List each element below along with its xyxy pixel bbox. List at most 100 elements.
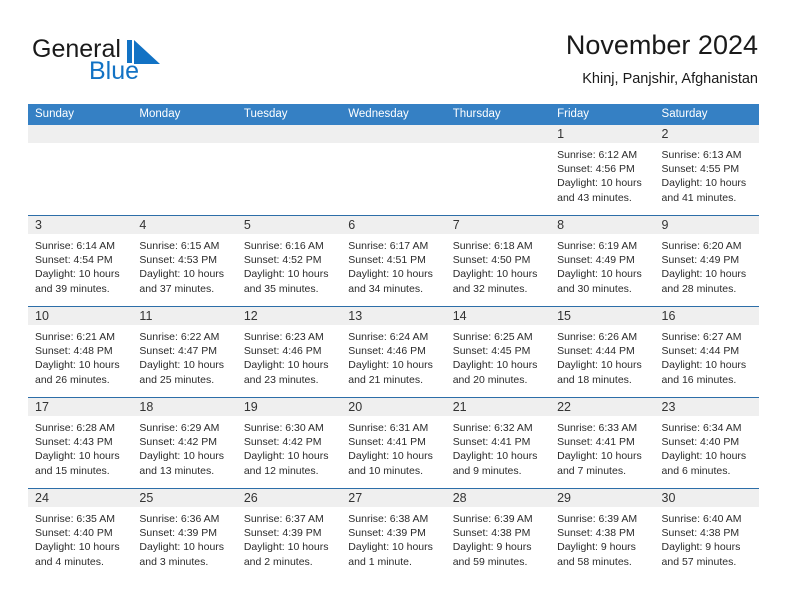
- daylight-text-line1: Daylight: 10 hours: [661, 359, 747, 372]
- sunset-text: Sunset: 4:45 PM: [452, 345, 531, 358]
- day-details: Sunrise: 6:22 AM Sunset: 4:47 PM Dayligh…: [132, 325, 236, 387]
- sunrise-text: Sunrise: 6:26 AM: [557, 331, 638, 343]
- day-details: Sunrise: 6:18 AM Sunset: 4:50 PM Dayligh…: [446, 234, 550, 296]
- calendar-grid: Sunday Monday Tuesday Wednesday Thursday…: [28, 104, 759, 579]
- day-cell[interactable]: 12 Sunrise: 6:23 AM Sunset: 4:46 PM Dayl…: [236, 307, 342, 397]
- day-cell[interactable]: 24 Sunrise: 6:35 AM Sunset: 4:40 PM Dayl…: [28, 489, 133, 579]
- daylight-text-line1: Daylight: 10 hours: [661, 268, 747, 281]
- day-cell[interactable]: 3 Sunrise: 6:14 AM Sunset: 4:54 PM Dayli…: [28, 216, 133, 306]
- sunrise-text: Sunrise: 6:38 AM: [348, 513, 429, 525]
- day-cell[interactable]: 27 Sunrise: 6:38 AM Sunset: 4:39 PM Dayl…: [341, 489, 446, 579]
- day-details: [446, 143, 550, 148]
- day-details: Sunrise: 6:16 AM Sunset: 4:52 PM Dayligh…: [237, 234, 341, 296]
- sunset-text: Sunset: 4:38 PM: [557, 527, 635, 540]
- sunset-text: Sunset: 4:43 PM: [35, 436, 113, 449]
- day-number: 13: [348, 309, 363, 323]
- sunrise-text: Sunrise: 6:18 AM: [452, 240, 533, 252]
- day-cell[interactable]: 15 Sunrise: 6:26 AM Sunset: 4:44 PM Dayl…: [550, 307, 655, 397]
- day-cell[interactable]: 10 Sunrise: 6:21 AM Sunset: 4:48 PM Dayl…: [28, 307, 133, 397]
- day-details: Sunrise: 6:24 AM Sunset: 4:46 PM Dayligh…: [341, 325, 445, 387]
- daylight-text-line2: and 58 minutes.: [557, 555, 632, 568]
- brand-logo[interactable]: General Blue: [32, 36, 252, 92]
- day-number: 27: [348, 491, 363, 505]
- day-cell[interactable]: [341, 125, 446, 215]
- day-number: 11: [139, 309, 153, 323]
- day-details: Sunrise: 6:13 AM Sunset: 4:55 PM Dayligh…: [655, 143, 759, 205]
- week-row: 10 Sunrise: 6:21 AM Sunset: 4:48 PM Dayl…: [28, 306, 759, 397]
- day-cell[interactable]: 19 Sunrise: 6:30 AM Sunset: 4:42 PM Dayl…: [236, 398, 342, 488]
- day-cell[interactable]: 1 Sunrise: 6:12 AM Sunset: 4:56 PM Dayli…: [550, 125, 655, 215]
- day-cell[interactable]: 17 Sunrise: 6:28 AM Sunset: 4:43 PM Dayl…: [28, 398, 133, 488]
- day-cell[interactable]: 30 Sunrise: 6:40 AM Sunset: 4:38 PM Dayl…: [654, 489, 759, 579]
- day-cell[interactable]: [132, 125, 237, 215]
- day-cell[interactable]: 8 Sunrise: 6:19 AM Sunset: 4:49 PM Dayli…: [550, 216, 655, 306]
- sunset-text: Sunset: 4:41 PM: [348, 436, 426, 449]
- day-cell[interactable]: 13 Sunrise: 6:24 AM Sunset: 4:46 PM Dayl…: [341, 307, 446, 397]
- sunset-text: Sunset: 4:49 PM: [557, 254, 635, 267]
- day-cell[interactable]: 2 Sunrise: 6:13 AM Sunset: 4:55 PM Dayli…: [654, 125, 759, 215]
- day-details: Sunrise: 6:25 AM Sunset: 4:45 PM Dayligh…: [446, 325, 550, 387]
- day-details: [341, 143, 445, 148]
- day-cell[interactable]: 25 Sunrise: 6:36 AM Sunset: 4:39 PM Dayl…: [132, 489, 237, 579]
- daynum-band: 18: [132, 398, 237, 416]
- daylight-text-line1: Daylight: 10 hours: [35, 541, 120, 554]
- day-number: 23: [661, 400, 676, 414]
- day-cell[interactable]: 22 Sunrise: 6:33 AM Sunset: 4:41 PM Dayl…: [550, 398, 655, 488]
- day-cell[interactable]: 20 Sunrise: 6:31 AM Sunset: 4:41 PM Dayl…: [341, 398, 446, 488]
- day-cell[interactable]: 5 Sunrise: 6:16 AM Sunset: 4:52 PM Dayli…: [236, 216, 342, 306]
- sunset-text: Sunset: 4:41 PM: [557, 436, 635, 449]
- daylight-text-line1: Daylight: 10 hours: [557, 268, 642, 281]
- day-details: Sunrise: 6:15 AM Sunset: 4:53 PM Dayligh…: [132, 234, 236, 296]
- title-block: November 2024 Khinj, Panjshir, Afghanist…: [566, 28, 758, 89]
- daynum-band: 26: [236, 489, 342, 507]
- daylight-text-line2: and 6 minutes.: [661, 464, 731, 477]
- day-number: 29: [557, 491, 572, 505]
- sunset-text: Sunset: 4:54 PM: [35, 254, 113, 267]
- day-cell[interactable]: 18 Sunrise: 6:29 AM Sunset: 4:42 PM Dayl…: [132, 398, 237, 488]
- sunrise-text: Sunrise: 6:19 AM: [557, 240, 638, 252]
- sunset-text: Sunset: 4:39 PM: [243, 527, 322, 540]
- sunset-text: Sunset: 4:42 PM: [243, 436, 322, 449]
- day-cell[interactable]: [28, 125, 133, 215]
- calendar-page: General Blue November 2024 Khinj, Panjsh…: [0, 0, 792, 612]
- daylight-text-line1: Daylight: 9 hours: [557, 541, 636, 554]
- daylight-text-line1: Daylight: 10 hours: [557, 359, 642, 372]
- day-cell[interactable]: 14 Sunrise: 6:25 AM Sunset: 4:45 PM Dayl…: [445, 307, 551, 397]
- daylight-text-line2: and 57 minutes.: [661, 555, 737, 568]
- sunrise-text: Sunrise: 6:36 AM: [139, 513, 220, 525]
- day-cell[interactable]: 29 Sunrise: 6:39 AM Sunset: 4:38 PM Dayl…: [550, 489, 655, 579]
- week-row: 17 Sunrise: 6:28 AM Sunset: 4:43 PM Dayl…: [28, 397, 759, 488]
- sunset-text: Sunset: 4:47 PM: [139, 345, 218, 358]
- day-details: Sunrise: 6:26 AM Sunset: 4:44 PM Dayligh…: [550, 325, 654, 387]
- day-cell[interactable]: 7 Sunrise: 6:18 AM Sunset: 4:50 PM Dayli…: [445, 216, 551, 306]
- day-details: Sunrise: 6:40 AM Sunset: 4:38 PM Dayligh…: [655, 507, 759, 569]
- day-cell[interactable]: 6 Sunrise: 6:17 AM Sunset: 4:51 PM Dayli…: [341, 216, 446, 306]
- day-number: 26: [243, 491, 258, 505]
- day-details: [132, 143, 236, 148]
- page-subtitle-location: Khinj, Panjshir, Afghanistan: [582, 71, 758, 87]
- sunrise-text: Sunrise: 6:28 AM: [35, 422, 115, 434]
- day-cell[interactable]: 4 Sunrise: 6:15 AM Sunset: 4:53 PM Dayli…: [132, 216, 237, 306]
- sunrise-text: Sunrise: 6:14 AM: [35, 240, 115, 252]
- daylight-text-line1: Daylight: 10 hours: [139, 541, 225, 554]
- daynum-band: [132, 125, 237, 143]
- day-cell[interactable]: 9 Sunrise: 6:20 AM Sunset: 4:49 PM Dayli…: [654, 216, 759, 306]
- daynum-band: 19: [236, 398, 342, 416]
- daynum-band: 27: [341, 489, 446, 507]
- sunset-text: Sunset: 4:55 PM: [661, 163, 740, 176]
- day-cell[interactable]: [445, 125, 551, 215]
- daynum-band: [445, 125, 551, 143]
- day-cell[interactable]: 23 Sunrise: 6:34 AM Sunset: 4:40 PM Dayl…: [654, 398, 759, 488]
- day-number: 4: [139, 218, 147, 232]
- daylight-text-line2: and 7 minutes.: [557, 464, 626, 477]
- day-cell[interactable]: 26 Sunrise: 6:37 AM Sunset: 4:39 PM Dayl…: [236, 489, 342, 579]
- daylight-text-line1: Daylight: 10 hours: [243, 541, 329, 554]
- day-cell[interactable]: 28 Sunrise: 6:39 AM Sunset: 4:38 PM Dayl…: [445, 489, 551, 579]
- day-cell[interactable]: 11 Sunrise: 6:22 AM Sunset: 4:47 PM Dayl…: [132, 307, 237, 397]
- day-cell[interactable]: 16 Sunrise: 6:27 AM Sunset: 4:44 PM Dayl…: [654, 307, 759, 397]
- day-cell[interactable]: [236, 125, 342, 215]
- day-details: Sunrise: 6:36 AM Sunset: 4:39 PM Dayligh…: [132, 507, 236, 569]
- page-title: November 2024: [565, 30, 758, 60]
- day-cell[interactable]: 21 Sunrise: 6:32 AM Sunset: 4:41 PM Dayl…: [445, 398, 551, 488]
- day-number: 1: [557, 127, 565, 141]
